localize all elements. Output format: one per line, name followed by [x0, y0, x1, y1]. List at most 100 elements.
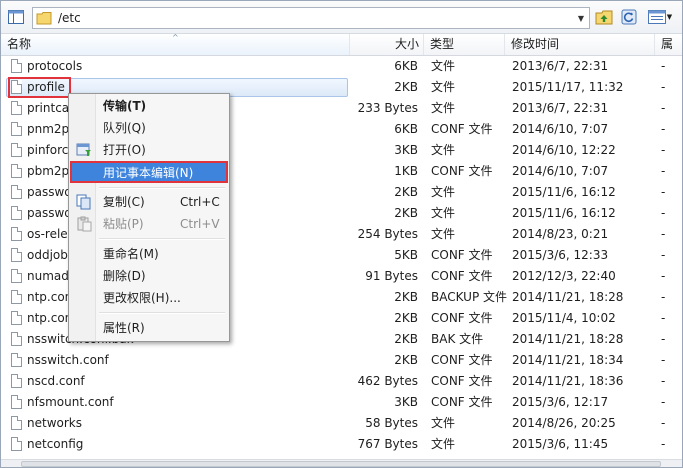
file-modified: 2014/11/21, 18:28	[512, 332, 624, 346]
column-type-label: 类型	[430, 37, 455, 51]
file-size: 2KB	[394, 353, 418, 367]
file-attr: -	[661, 59, 666, 73]
file-browser-window: /etc ▼ ▼ 名称 ^ 大小 类型 修改时间 属 protocols 6KB…	[0, 0, 683, 468]
file-size: 2KB	[394, 185, 418, 199]
menu-item-label: 重命名(M)	[103, 247, 159, 261]
column-size-header[interactable]: 大小	[350, 34, 424, 55]
file-type: CONF 文件	[431, 122, 493, 136]
file-icon	[11, 416, 22, 430]
menu-item-paste[interactable]: 粘贴(P) Ctrl+V	[71, 214, 227, 234]
chevron-down-icon: ▼	[577, 13, 585, 23]
file-icon	[11, 185, 22, 199]
file-modified: 2014/11/21, 18:34	[512, 353, 624, 367]
menu-item-transfer[interactable]: 传输(T)	[71, 96, 227, 116]
menu-item-queue[interactable]: 队列(Q)	[71, 118, 227, 138]
file-icon	[11, 374, 22, 388]
file-type: BAK 文件	[431, 332, 484, 346]
folder-icon	[36, 12, 52, 25]
menu-item-permissions[interactable]: 更改权限(H)...	[71, 288, 227, 308]
file-attr: -	[661, 332, 666, 346]
file-icon	[11, 269, 22, 283]
file-icon	[11, 122, 22, 136]
file-type: 文件	[431, 185, 456, 199]
file-type: CONF 文件	[431, 164, 493, 178]
column-size-label: 大小	[394, 37, 419, 51]
file-size: 58 Bytes	[365, 416, 418, 430]
file-type: BACKUP 文件	[431, 290, 507, 304]
scrollbar-thumb[interactable]	[21, 461, 661, 467]
file-attr: -	[661, 311, 666, 325]
open-icon	[76, 143, 91, 156]
table-row[interactable]: nfsmount.conf 3KB CONF 文件 2015/3/6, 12:1…	[1, 392, 682, 413]
file-modified: 2015/3/6, 12:17	[512, 395, 609, 409]
table-row[interactable]: networks 58 Bytes 文件 2014/8/26, 20:25 -	[1, 413, 682, 434]
view-mode-chevron-icon: ▼	[666, 13, 673, 21]
parent-folder-button[interactable]	[593, 7, 615, 27]
file-modified: 2013/6/7, 22:31	[512, 101, 609, 115]
file-type: CONF 文件	[431, 395, 493, 409]
menu-item-properties[interactable]: 属性(R)	[71, 318, 227, 338]
menu-item-label: 传输(T)	[103, 99, 147, 113]
file-name: netconfig	[27, 437, 84, 451]
file-attr: -	[661, 395, 666, 409]
menu-item-shortcut: Ctrl+C	[180, 195, 220, 209]
file-size: 91 Bytes	[365, 269, 418, 283]
file-attr: -	[661, 269, 666, 283]
column-modified-header[interactable]: 修改时间	[505, 34, 655, 55]
file-attr: -	[661, 248, 666, 262]
file-icon	[11, 311, 22, 325]
file-type: 文件	[431, 143, 456, 157]
file-type: 文件	[431, 416, 456, 430]
column-type-header[interactable]: 类型	[424, 34, 505, 55]
column-name-header[interactable]: 名称 ^	[1, 33, 350, 55]
file-type: 文件	[431, 80, 456, 94]
file-modified: 2015/11/6, 16:12	[512, 206, 616, 220]
file-type: 文件	[431, 206, 456, 220]
file-modified: 2014/11/21, 18:36	[512, 374, 624, 388]
file-icon	[11, 143, 22, 157]
file-modified: 2012/12/3, 22:40	[512, 269, 616, 283]
path-dropdown-button[interactable]: ▼	[573, 8, 589, 28]
sort-indicator-icon: ^	[172, 33, 179, 42]
column-modified-label: 修改时间	[511, 37, 560, 51]
panel-toggle-button[interactable]	[5, 7, 27, 27]
file-modified: 2015/11/4, 10:02	[512, 311, 616, 325]
file-size: 5KB	[394, 248, 418, 262]
path-text: /etc	[58, 11, 81, 25]
menu-item-label: 属性(R)	[103, 321, 145, 335]
horizontal-scrollbar[interactable]	[1, 459, 682, 467]
table-row[interactable]: netconfig 767 Bytes 文件 2015/3/6, 11:45 -	[1, 434, 682, 455]
file-modified: 2014/11/21, 18:28	[512, 290, 624, 304]
view-mode-button[interactable]: ▼	[646, 7, 674, 27]
menu-item-rename[interactable]: 重命名(M)	[71, 244, 227, 264]
menu-item-label: 复制(C)	[103, 195, 145, 209]
menu-separator	[99, 187, 225, 189]
file-type: CONF 文件	[431, 353, 493, 367]
menu-item-delete[interactable]: 删除(D)	[71, 266, 227, 286]
file-size: 462 Bytes	[357, 374, 418, 388]
table-row[interactable]: protocols 6KB 文件 2013/6/7, 22:31 -	[1, 56, 682, 77]
refresh-button[interactable]	[618, 7, 640, 27]
toolbar: /etc ▼ ▼	[1, 1, 682, 34]
file-type: 文件	[431, 437, 456, 451]
menu-item-label: 队列(Q)	[103, 121, 146, 135]
file-size: 254 Bytes	[357, 227, 418, 241]
table-row[interactable]: nsswitch.conf 2KB CONF 文件 2014/11/21, 18…	[1, 350, 682, 371]
file-icon	[11, 290, 22, 304]
file-icon	[11, 101, 22, 115]
table-row[interactable]: nscd.conf 462 Bytes CONF 文件 2014/11/21, …	[1, 371, 682, 392]
menu-item-copy[interactable]: 复制(C) Ctrl+C	[71, 192, 227, 212]
file-name: nscd.conf	[27, 374, 85, 388]
file-size: 6KB	[394, 59, 418, 73]
menu-item-label: 打开(O)	[103, 143, 146, 157]
file-type: CONF 文件	[431, 374, 493, 388]
file-type: 文件	[431, 101, 456, 115]
menu-item-open[interactable]: 打开(O)	[71, 140, 227, 160]
column-attr-header[interactable]: 属	[655, 34, 682, 55]
path-input[interactable]: /etc ▼	[32, 7, 590, 29]
file-icon	[11, 227, 22, 241]
menu-item-edit-notepad[interactable]: 用记事本编辑(N)	[70, 161, 228, 183]
file-icon	[11, 59, 22, 73]
menu-item-label: 删除(D)	[103, 269, 146, 283]
menu-item-shortcut: Ctrl+V	[180, 217, 220, 231]
